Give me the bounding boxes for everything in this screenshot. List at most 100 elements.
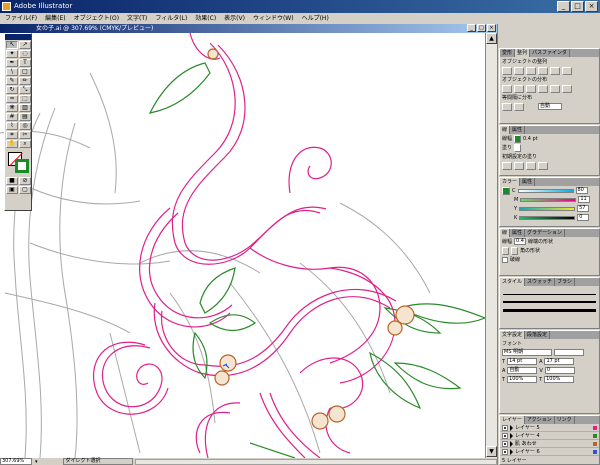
layer-name[interactable]: レイヤー 5 [515,424,540,431]
align-bottom-icon[interactable] [562,66,572,75]
vertical-scrollbar[interactable]: ▲ ▼ [485,33,497,458]
paintbrush-tool-icon[interactable]: ✎ [6,77,18,85]
menu-file[interactable]: ファイル(F) [2,13,40,24]
dist-hcenter-icon[interactable] [550,84,560,93]
dist-right-icon[interactable] [562,84,572,93]
dist-top-icon[interactable] [502,84,512,93]
y-slider[interactable] [519,206,576,211]
menu-window[interactable]: ウィンドウ(W) [250,13,297,24]
k-slider[interactable] [519,215,576,220]
maximize-button[interactable]: □ [571,1,584,12]
zoom-field[interactable]: 307.69% [0,458,32,465]
gradient-tool-icon[interactable]: ▤ [19,113,31,121]
doc-maximize-button[interactable]: □ [477,24,486,32]
dash-checkbox[interactable] [502,256,508,263]
tab-transform[interactable]: 変形 [500,49,516,57]
tab-layers[interactable]: レイヤー [500,416,525,424]
cap-butt-icon[interactable] [502,246,509,255]
hand-tool-icon[interactable]: ✋ [6,140,18,148]
tab-stroke[interactable]: 線 [500,126,511,134]
menu-filter[interactable]: フィルタ(L) [152,13,190,24]
align-hcenter-icon[interactable] [514,66,524,75]
layer-name[interactable]: 肌 あわせ [515,440,537,447]
pencil-tool-icon[interactable]: ✏ [19,77,31,85]
screen-mode-icon[interactable]: ▣ [6,186,18,194]
cap-round-icon[interactable] [511,246,518,255]
scale-tool-icon[interactable]: ⤡ [19,86,31,94]
opt-4-icon[interactable] [538,161,548,170]
rectangle-tool-icon[interactable]: □ [19,68,31,76]
selection-tool-icon[interactable]: ↖ [6,41,18,49]
minimize-button[interactable]: _ [557,1,570,12]
kern-field[interactable]: 0 [544,367,575,374]
blend-tool-icon[interactable]: ◎ [19,122,31,130]
tab-color[interactable]: カラー [500,178,521,186]
color-preview-chip[interactable] [502,186,510,195]
layer-row[interactable]: レイヤー 5 [500,424,599,432]
menu-edit[interactable]: 編集(E) [42,13,68,24]
opt-1-icon[interactable] [502,161,512,170]
tab-paragraph[interactable]: 段落設定 [525,331,551,339]
free-transform-tool-icon[interactable]: ⬚ [19,95,31,103]
menu-type[interactable]: 文字(T) [124,13,150,24]
align-left-icon[interactable] [502,66,512,75]
menu-effect[interactable]: 効果(C) [192,13,219,24]
tab-links[interactable]: リンク [555,416,575,424]
opt-3-icon[interactable] [526,161,536,170]
artboard-canvas[interactable] [0,33,485,458]
dist-vcenter-icon[interactable] [514,84,524,93]
zoom-tool-icon[interactable]: ⌕ [19,140,31,148]
expand-icon[interactable] [510,440,513,447]
layer-name[interactable]: レイヤー 6 [515,448,540,455]
layer-row[interactable]: 肌 あわせ [500,440,599,448]
menu-object[interactable]: オブジェクト(O) [71,13,122,24]
tab-stroke-2[interactable]: 線 [500,229,511,237]
space-h-icon[interactable] [514,102,524,111]
k-value[interactable]: 0 [577,214,590,221]
font-style-field[interactable] [554,349,584,356]
leading-field[interactable]: 17 pt [544,358,575,365]
tab-attributes[interactable]: 属性 [510,126,526,134]
line-tool-icon[interactable]: \ [6,68,18,76]
align-right-icon[interactable] [526,66,536,75]
c-slider[interactable] [517,188,574,193]
doc-close-button[interactable]: × [487,24,496,32]
mesh-tool-icon[interactable]: # [6,113,18,121]
magic-wand-tool-icon[interactable]: ✦ [6,50,18,58]
expand-icon[interactable] [510,424,513,431]
stroke-width-value[interactable]: 0.4 pt [523,136,538,142]
tab-swatches[interactable]: スウォッチ [525,278,556,286]
tab-brushes[interactable]: ブラシ [555,278,575,286]
scroll-down-arrow-icon[interactable]: ▼ [486,446,497,457]
m-slider[interactable] [520,197,577,202]
opt-2-icon[interactable] [514,161,524,170]
space-v-icon[interactable] [502,102,512,111]
expand-icon[interactable] [510,432,513,439]
m-value[interactable]: 11 [578,196,591,203]
align-top-icon[interactable] [538,66,548,75]
hscale-field[interactable]: 100% [507,376,538,383]
color-mode-icon[interactable]: ■ [6,177,18,185]
font-field[interactable]: MS 明朝 [502,349,552,356]
doc-minimize-button[interactable]: _ [467,24,476,32]
dist-bottom-icon[interactable] [526,84,536,93]
spacing-field[interactable]: 自動 [538,103,562,110]
brush-stroke-3[interactable] [503,309,596,312]
eyedropper-tool-icon[interactable]: ⌇ [6,122,18,130]
fill-color-chip[interactable] [514,143,522,152]
stroke-swatch[interactable] [15,159,29,173]
brush-stroke-1[interactable] [503,294,596,295]
dist-left-icon[interactable] [538,84,548,93]
c-value[interactable]: 80 [575,187,588,194]
status-tool[interactable]: ダイレクト選択 [62,458,133,465]
scissors-tool-icon[interactable]: ✂ [19,131,31,139]
tab-actions[interactable]: アクション [525,416,555,424]
tab-gradient[interactable]: グラデーション [525,229,565,237]
expand-icon[interactable] [510,448,513,455]
warp-tool-icon[interactable]: ≈ [6,95,18,103]
direct-selection-tool-icon[interactable]: ↗ [19,41,31,49]
horizontal-scrollbar[interactable] [134,458,497,465]
tab-color-attr[interactable]: 属性 [520,178,536,186]
menu-help[interactable]: ヘルプ(H) [299,13,332,24]
stroke-opts-width-field[interactable]: 0.4 [514,238,527,245]
